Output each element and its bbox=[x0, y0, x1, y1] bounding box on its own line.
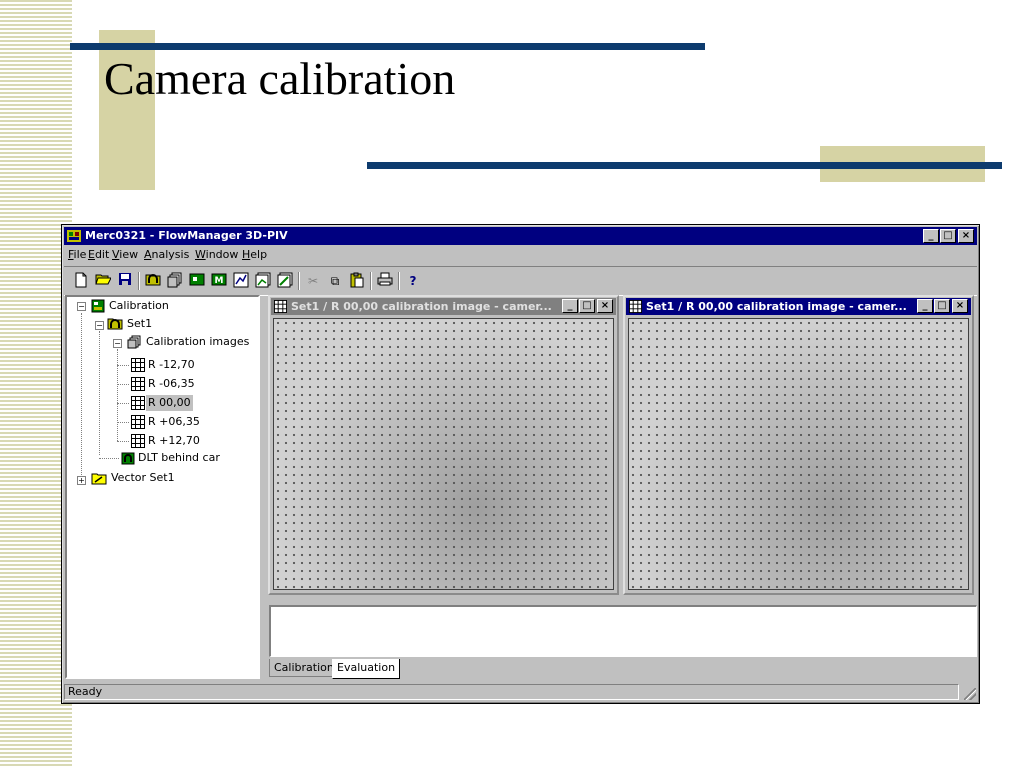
child-caption-buttons: _ □ × bbox=[562, 299, 614, 313]
set-folder-icon bbox=[107, 318, 123, 330]
maximize-button[interactable]: □ bbox=[579, 299, 595, 313]
grid-image-icon bbox=[131, 358, 145, 372]
tree-node-image[interactable]: R -12,70 bbox=[148, 357, 195, 373]
images-icon[interactable] bbox=[166, 272, 184, 290]
top-title-rule bbox=[70, 43, 705, 50]
minimize-button[interactable]: _ bbox=[917, 299, 933, 313]
paste-icon[interactable] bbox=[348, 272, 366, 290]
tree-line bbox=[117, 384, 129, 386]
child-caption-buttons: _ □ × bbox=[917, 299, 969, 313]
tree-line bbox=[117, 403, 129, 405]
menu-bar: File Edit View Analysis Window Help bbox=[64, 246, 977, 265]
copy-icon[interactable]: ⧉ bbox=[326, 272, 344, 290]
tree-node-calibration[interactable]: Calibration bbox=[109, 298, 169, 314]
app-icon bbox=[67, 230, 81, 242]
tree-line bbox=[117, 365, 129, 367]
vector-folder-icon bbox=[91, 473, 107, 485]
calibration-dot-image[interactable] bbox=[628, 318, 969, 590]
tree-line bbox=[81, 313, 83, 485]
stats-icon[interactable] bbox=[232, 272, 250, 290]
toolbar-separator bbox=[138, 272, 140, 290]
collapse-toggle[interactable]: − bbox=[77, 302, 86, 311]
new-file-icon[interactable] bbox=[72, 272, 90, 290]
tree-line bbox=[99, 331, 101, 455]
toolbar-separator bbox=[370, 272, 372, 290]
tree-line bbox=[117, 349, 119, 441]
maximize-button[interactable]: □ bbox=[940, 229, 956, 243]
grid-image-icon bbox=[629, 300, 642, 313]
help-icon[interactable]: ? bbox=[404, 272, 422, 290]
tree-node-image[interactable]: R +06,35 bbox=[148, 414, 200, 430]
status-bar: Ready bbox=[64, 683, 977, 701]
grid-image-icon bbox=[131, 377, 145, 391]
child-titlebar-1[interactable]: Set1 / R 00,00 calibration image - camer… bbox=[271, 298, 616, 315]
minimize-button[interactable]: _ bbox=[562, 299, 578, 313]
dlt-icon bbox=[121, 452, 135, 465]
svg-text:M: M bbox=[215, 276, 224, 286]
vector-icon[interactable] bbox=[276, 272, 294, 290]
toolbar-separator bbox=[298, 272, 300, 290]
cut-icon[interactable]: ✂ bbox=[304, 272, 322, 290]
close-button[interactable]: × bbox=[958, 229, 974, 243]
menu-analysis[interactable]: Analysis bbox=[144, 248, 189, 261]
project-tree: − Calibration − Set1 − Calibration image… bbox=[65, 295, 260, 679]
tree-line bbox=[99, 458, 119, 460]
slide-title: Camera calibration bbox=[104, 53, 456, 104]
calibration-root-icon bbox=[91, 299, 105, 313]
grid-image-icon bbox=[131, 415, 145, 429]
window-titlebar[interactable]: Merc0321 - FlowManager 3D-PIV _ □ × bbox=[64, 227, 977, 245]
print-icon[interactable] bbox=[376, 272, 394, 290]
child-window-title: Set1 / R 00,00 calibration image - camer… bbox=[646, 300, 907, 313]
tab-calibration[interactable]: Calibration bbox=[269, 659, 339, 677]
tab-evaluation[interactable]: Evaluation bbox=[332, 659, 401, 679]
collapse-toggle[interactable]: − bbox=[95, 321, 104, 330]
stats2-icon[interactable] bbox=[254, 272, 272, 290]
tree-line bbox=[117, 422, 129, 424]
tree-node-set1[interactable]: Set1 bbox=[127, 316, 152, 332]
tree-node-vector-set1[interactable]: Vector Set1 bbox=[111, 470, 175, 486]
expand-toggle[interactable]: + bbox=[77, 476, 86, 485]
menu-window[interactable]: Window bbox=[195, 248, 238, 261]
minimize-button[interactable]: _ bbox=[923, 229, 939, 243]
calibration-image-window-1[interactable]: Set1 / R 00,00 calibration image - camer… bbox=[268, 295, 619, 595]
menu-edit[interactable]: Edit bbox=[88, 248, 109, 261]
resize-grip[interactable] bbox=[964, 688, 976, 700]
calibration-dot-image[interactable] bbox=[273, 318, 614, 590]
calibration-icon[interactable] bbox=[144, 272, 162, 290]
tree-node-calibration-images[interactable]: Calibration images bbox=[146, 334, 249, 350]
close-button[interactable]: × bbox=[952, 299, 968, 313]
toolbar: M ✂ ⧉ ? bbox=[64, 266, 977, 296]
tree-node-image[interactable]: R +12,70 bbox=[148, 433, 200, 449]
tree-node-image[interactable]: R -06,35 bbox=[148, 376, 195, 392]
tree-node-image-selected[interactable]: R 00,00 bbox=[146, 395, 193, 411]
menu-help[interactable]: Help bbox=[242, 248, 267, 261]
maximize-button[interactable]: □ bbox=[934, 299, 950, 313]
m-icon[interactable]: M bbox=[210, 272, 228, 290]
image-stack-icon bbox=[127, 335, 141, 349]
menu-file[interactable]: File bbox=[68, 248, 86, 261]
grid-image-icon bbox=[131, 396, 145, 410]
tree-line bbox=[117, 441, 129, 443]
close-button[interactable]: × bbox=[597, 299, 613, 313]
lower-title-rule bbox=[367, 162, 1002, 169]
child-titlebar-2[interactable]: Set1 / R 00,00 calibration image - camer… bbox=[626, 298, 971, 315]
open-folder-icon[interactable] bbox=[94, 272, 112, 290]
status-text: Ready bbox=[64, 684, 959, 700]
collapse-toggle[interactable]: − bbox=[113, 339, 122, 348]
tree-node-dlt[interactable]: DLT behind car bbox=[138, 450, 220, 466]
grid-image-icon bbox=[274, 300, 287, 313]
save-icon[interactable] bbox=[116, 272, 134, 290]
toolbar-separator bbox=[398, 272, 400, 290]
menu-view[interactable]: View bbox=[112, 248, 138, 261]
flowmanager-window: Merc0321 - FlowManager 3D-PIV _ □ × File… bbox=[61, 224, 980, 704]
window-title: Merc0321 - FlowManager 3D-PIV bbox=[85, 229, 288, 242]
output-panel[interactable] bbox=[269, 605, 977, 657]
setup-icon[interactable] bbox=[188, 272, 206, 290]
child-window-title: Set1 / R 00,00 calibration image - camer… bbox=[291, 300, 552, 313]
caption-buttons: _ □ × bbox=[923, 229, 975, 243]
grid-image-icon bbox=[131, 434, 145, 448]
calibration-image-window-2[interactable]: Set1 / R 00,00 calibration image - camer… bbox=[623, 295, 974, 595]
